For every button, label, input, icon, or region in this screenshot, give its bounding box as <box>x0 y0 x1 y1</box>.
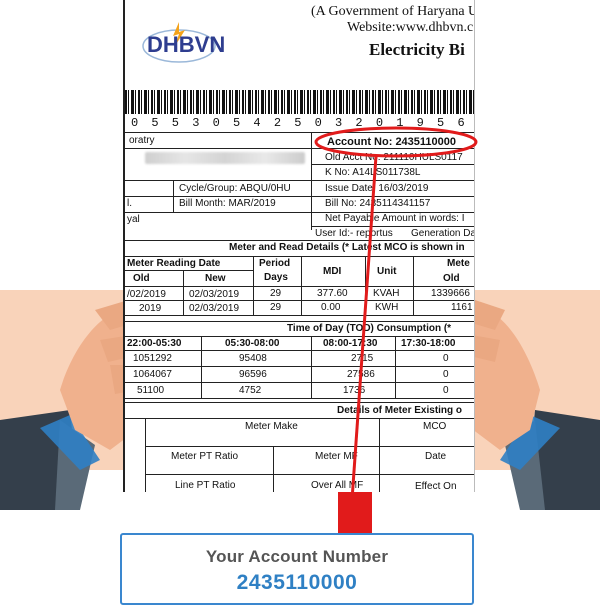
account-highlight-ellipse <box>314 126 478 158</box>
pointer-stem <box>338 492 372 534</box>
callout-account-number: 2435110000 <box>236 571 358 594</box>
highlight-overlay <box>314 126 478 534</box>
account-number-callout: Your Account Number 2435110000 <box>120 533 474 605</box>
callout-label: Your Account Number <box>205 547 389 566</box>
pointer-line <box>350 155 378 501</box>
